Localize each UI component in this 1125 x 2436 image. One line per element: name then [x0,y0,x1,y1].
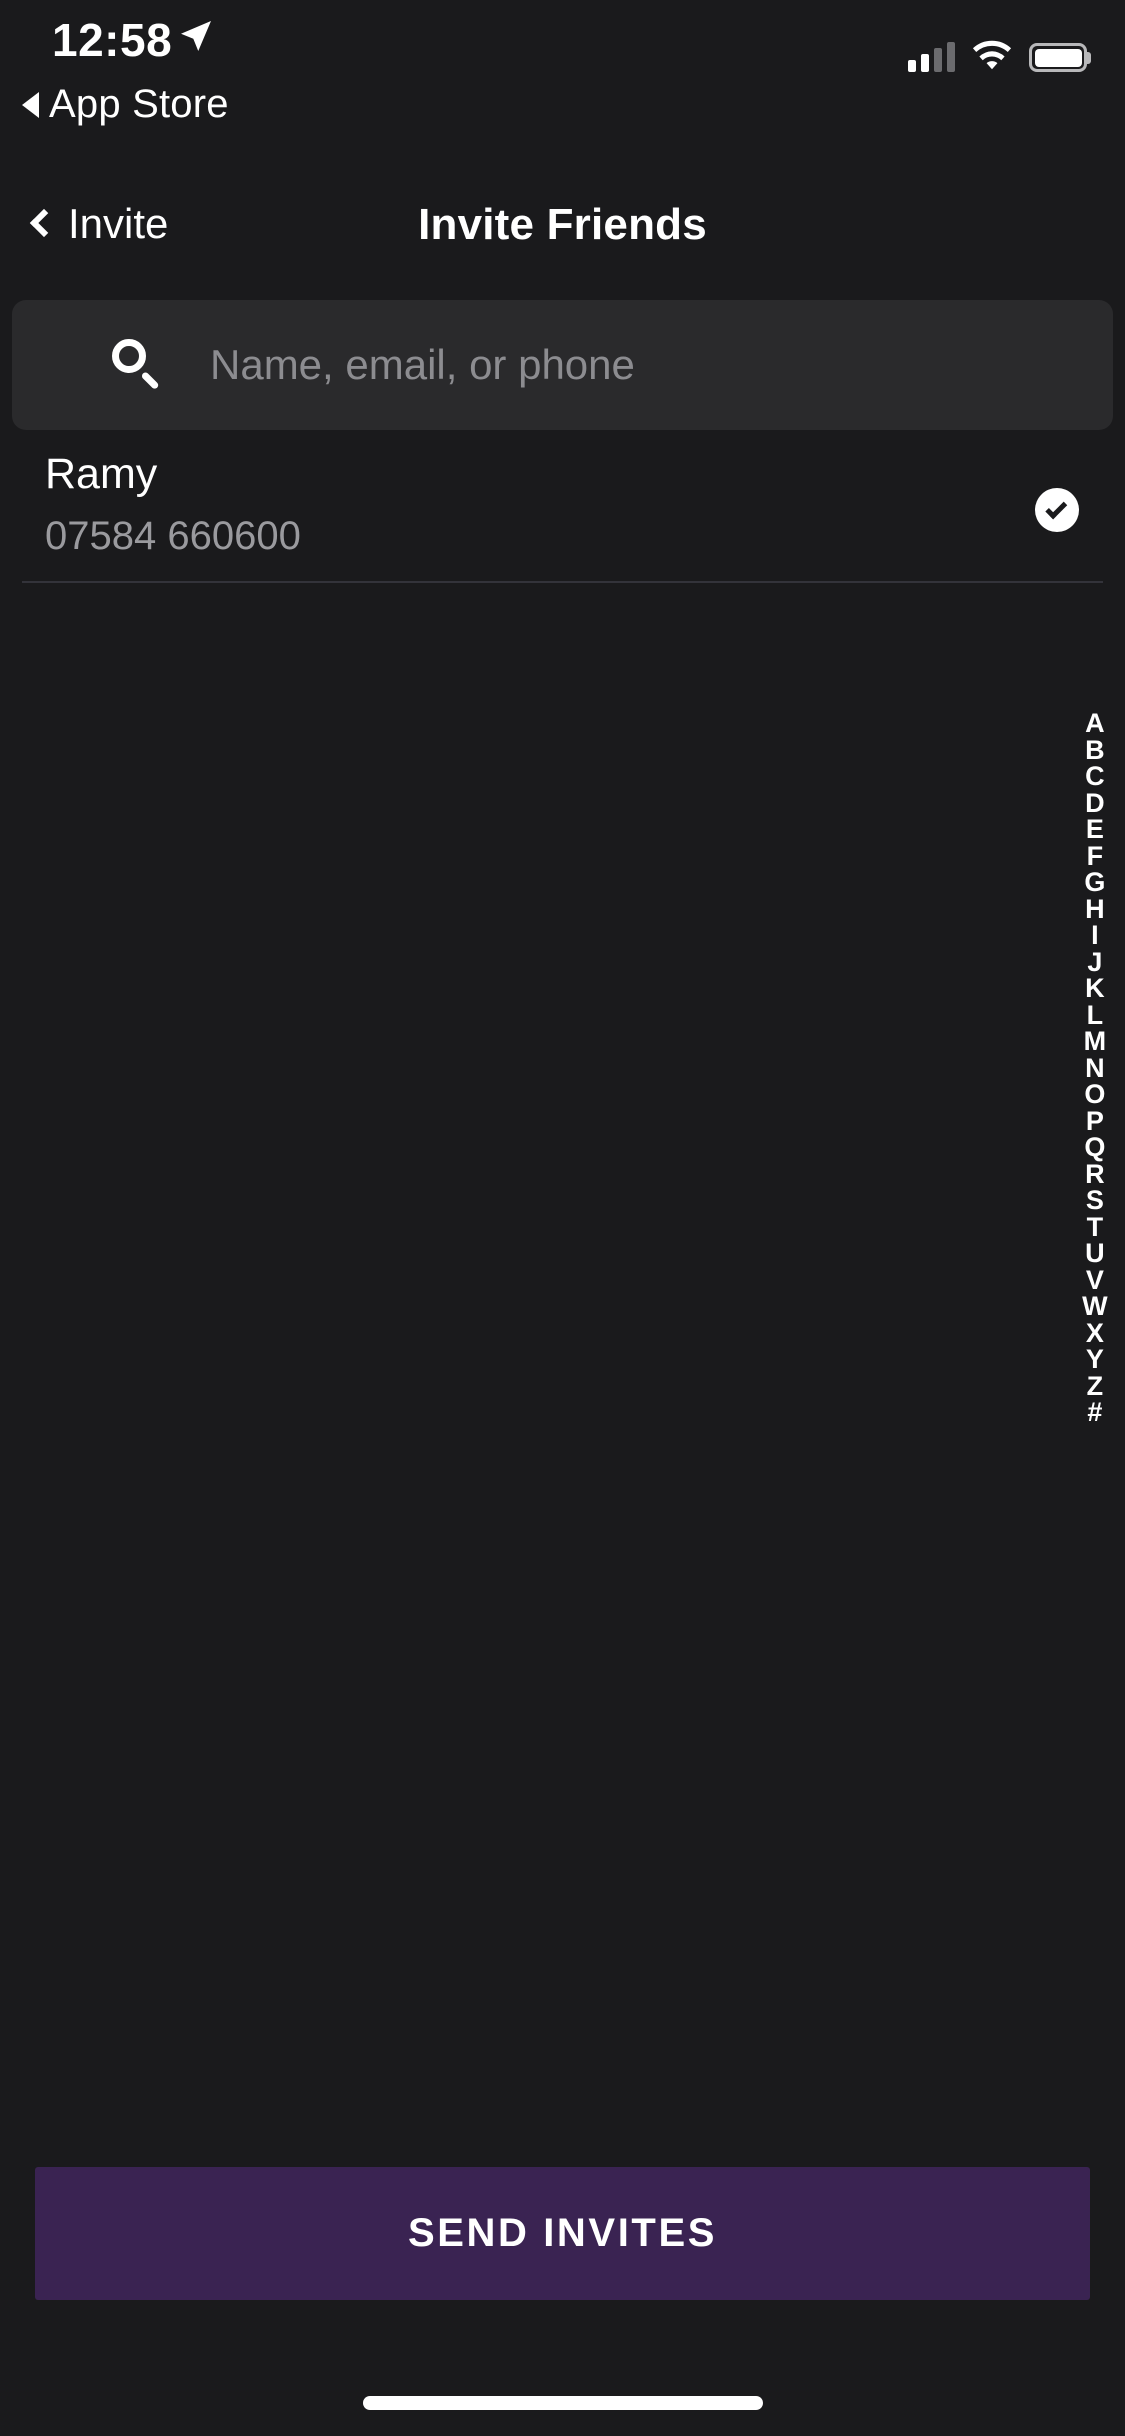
alphabet-index-letter[interactable]: H [1065,895,1125,923]
alphabet-index-letter[interactable]: Z [1065,1372,1125,1400]
status-bar-indicators [908,28,1087,72]
location-arrow-icon [181,21,211,51]
back-to-app-store-button[interactable]: App Store [22,82,229,127]
alphabet-index-letter[interactable]: K [1065,975,1125,1002]
alphabet-index[interactable]: A B C D E F G H I J K L M N O P Q R S T U V W X Y Z # [1065,710,1125,1426]
alphabet-index-letter[interactable]: W [1065,1293,1125,1320]
status-bar: 12:58 App Store [0,0,1125,150]
search-icon [110,337,166,393]
alphabet-index-letter[interactable]: I [1065,922,1125,949]
contact-name: Ramy [45,450,158,498]
alphabet-index-letter[interactable]: E [1065,816,1125,843]
alphabet-index-letter[interactable]: F [1065,842,1125,870]
alphabet-index-letter[interactable]: P [1065,1107,1125,1135]
alphabet-index-letter[interactable]: M [1065,1028,1125,1055]
alphabet-index-letter[interactable]: N [1065,1054,1125,1082]
alphabet-index-letter[interactable]: R [1065,1160,1125,1188]
table-row[interactable]: Ramy 07584 660600 [0,436,1125,583]
alphabet-index-letter[interactable]: J [1065,948,1125,976]
wifi-icon [972,40,1012,70]
alphabet-index-letter[interactable]: L [1065,1001,1125,1029]
navigation-bar: Invite Friends Invite [0,170,1125,290]
status-bar-time: 12:58 [52,14,173,66]
alphabet-index-letter[interactable]: T [1065,1213,1125,1241]
alphabet-index-letter[interactable]: Y [1065,1346,1125,1373]
alphabet-index-letter[interactable]: Q [1065,1134,1125,1161]
chevron-left-icon [29,208,59,238]
back-button-label: Invite [68,200,169,247]
phone-screen: 12:58 App Store Invite Friends Invite Na… [0,0,1125,2436]
alphabet-index-letter[interactable]: O [1065,1081,1125,1108]
battery-full-icon [1029,43,1087,72]
alphabet-index-letter[interactable]: X [1065,1319,1125,1347]
row-divider [22,581,1103,583]
triangle-left-icon [22,91,39,118]
home-indicator[interactable] [362,2396,763,2410]
alphabet-index-letter[interactable]: # [1065,1399,1125,1426]
check-circle-icon[interactable] [1035,488,1079,532]
contact-phone: 07584 660600 [45,514,301,558]
alphabet-index-letter[interactable]: A [1065,710,1125,737]
back-button[interactable]: Invite [20,184,182,264]
alphabet-index-letter[interactable]: G [1065,869,1125,896]
contact-list: Ramy 07584 660600 [0,436,1125,583]
alphabet-index-letter[interactable]: V [1065,1266,1125,1294]
send-invites-button[interactable]: SEND INVITES [35,2167,1090,2300]
alphabet-index-letter[interactable]: B [1065,736,1125,764]
back-to-app-store-label: App Store [49,82,229,126]
search-input[interactable] [210,341,1113,389]
alphabet-index-letter[interactable]: D [1065,789,1125,817]
cellular-signal-icon [908,42,955,72]
alphabet-index-letter[interactable]: S [1065,1187,1125,1214]
alphabet-index-letter[interactable]: U [1065,1240,1125,1267]
alphabet-index-letter[interactable]: C [1065,763,1125,790]
search-bar[interactable] [12,300,1113,430]
